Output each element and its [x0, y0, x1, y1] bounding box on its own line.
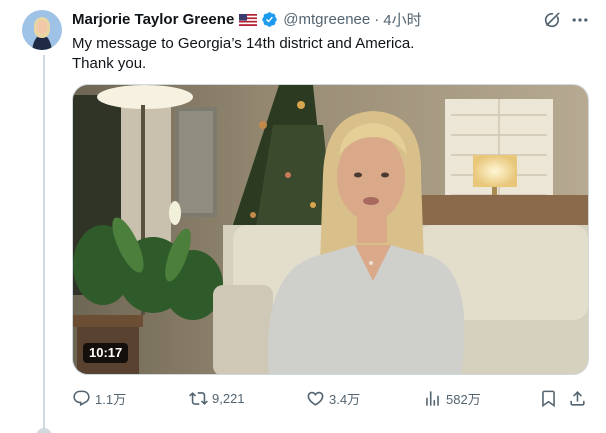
views-icon	[426, 390, 439, 406]
like-count: 3.4万	[329, 391, 361, 407]
reply-count: 1.1万	[95, 391, 127, 407]
action-bar: 1.1万 9,221 3.4万 582万	[72, 387, 590, 409]
share-button[interactable]	[568, 387, 587, 409]
tweet-text: My message to Georgia’s 14th district an…	[72, 34, 414, 74]
retweet-count: 9,221	[212, 390, 245, 406]
verified-badge-icon[interactable]	[261, 11, 278, 28]
grok-icon[interactable]	[542, 10, 562, 30]
video-player[interactable]: 10:17	[72, 84, 589, 375]
reply-icon	[73, 390, 90, 406]
reply-button[interactable]: 1.1万	[72, 387, 126, 409]
bookmark-button[interactable]	[539, 387, 558, 409]
timestamp[interactable]: 4小时	[383, 9, 421, 30]
share-icon	[570, 390, 585, 406]
tweet-text-line: My message to Georgia’s 14th district an…	[72, 35, 415, 52]
video-frame	[73, 85, 588, 374]
retweet-icon	[189, 391, 208, 405]
display-name[interactable]: Marjorie Taylor Greene	[72, 11, 234, 28]
next-tweet-avatar-edge	[36, 428, 52, 433]
views-count: 582万	[446, 391, 481, 407]
like-icon	[307, 391, 324, 406]
flag-us-icon	[239, 13, 258, 26]
avatar[interactable]	[22, 10, 62, 50]
retweet-button[interactable]: 9,221	[189, 387, 245, 409]
video-duration: 10:17	[83, 343, 129, 363]
bookmark-icon	[542, 390, 555, 407]
thread-line	[43, 55, 45, 433]
tweet-text-line: Thank you.	[72, 55, 147, 72]
like-button[interactable]: 3.4万	[306, 387, 360, 409]
handle[interactable]: @mtgreenee	[283, 11, 370, 28]
tweet-header: Marjorie Taylor Greene @mtgreenee · 4小时	[72, 9, 422, 29]
more-icon[interactable]	[570, 10, 590, 30]
views-button[interactable]: 582万	[423, 387, 481, 409]
separator-dot: ·	[374, 10, 380, 28]
